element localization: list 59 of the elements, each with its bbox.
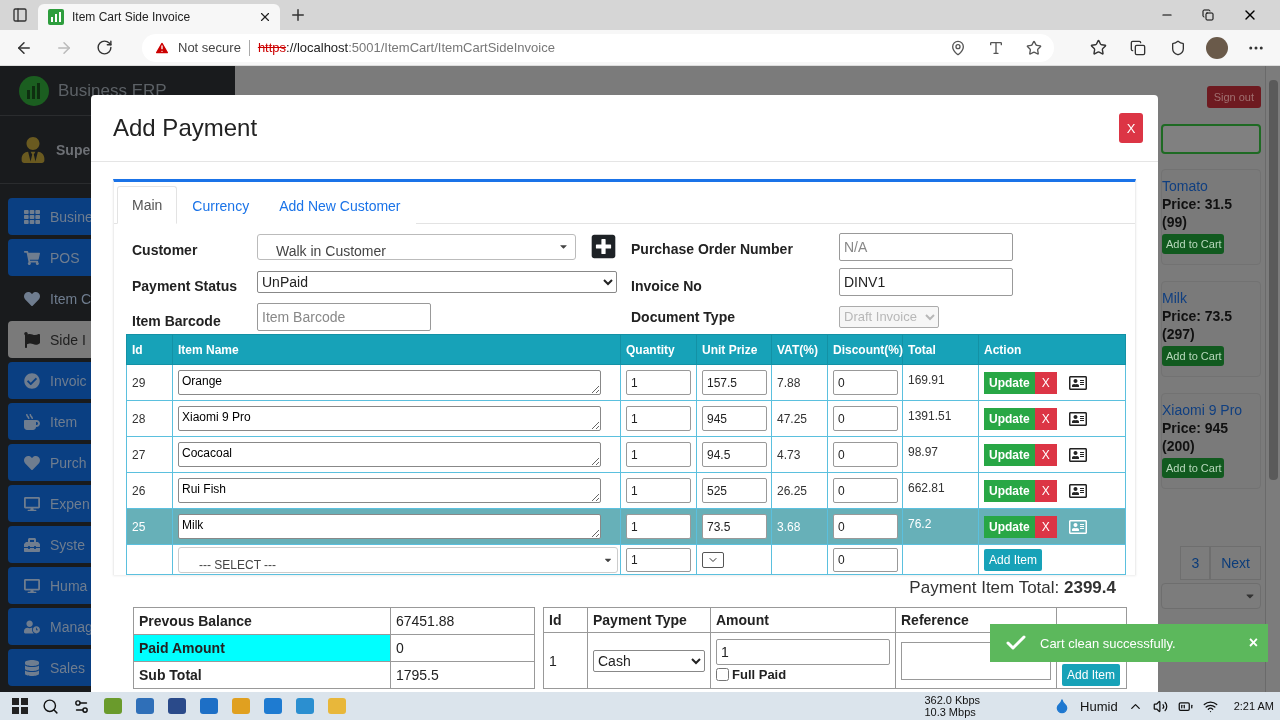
column-header: Amount: [710, 607, 896, 633]
field-label: Payment Status: [132, 276, 239, 294]
column-header: Total: [902, 334, 979, 365]
product-name: Milk: [1162, 290, 1188, 306]
table-cell: 662.81: [902, 472, 979, 509]
weather-text: Humid: [1080, 698, 1118, 714]
column-header: VAT(%): [771, 334, 828, 365]
column-header: Action: [978, 334, 1126, 365]
table-cell: 7.88: [771, 364, 828, 401]
table-cell: 4.73: [771, 436, 828, 473]
field-label: Purchase Order Number: [631, 239, 794, 257]
column-header: Item Name: [172, 334, 621, 365]
column-header: Discount(%): [827, 334, 903, 365]
security-label: Not secure: [178, 40, 241, 55]
column-header: Id: [126, 334, 173, 365]
product-name: Xiaomi 9 Pro: [1162, 402, 1244, 418]
checkbox-label: Full Paid: [732, 667, 787, 682]
summary-value: 67451.88: [390, 607, 535, 635]
field-label: Document Type: [631, 308, 736, 325]
field-label: Customer: [132, 240, 199, 258]
table-cell: 76.2: [902, 508, 979, 545]
summary-label: Sub Total: [133, 661, 391, 689]
modal-title: Add Payment: [113, 114, 258, 142]
table-cell: 98.97: [902, 436, 979, 473]
url-text: https://localhost:5001/ItemCart/ItemCartSideInvoice: [257, 40, 556, 55]
upload-speed: 10.3 Mbps: [924, 706, 977, 718]
product-price: Price: 73.5: [1162, 308, 1234, 324]
toast-message: Cart clean successfully.: [1040, 635, 1177, 651]
table-cell: 26.25: [771, 472, 828, 509]
column-header: Payment Type: [587, 607, 711, 633]
table-cell: 29: [126, 364, 173, 401]
table-cell: 169.91: [902, 364, 979, 401]
table-cell: 27: [126, 436, 173, 473]
table-cell: 26: [126, 472, 173, 509]
product-stock: (297): [1162, 326, 1196, 342]
column-header: Id: [543, 607, 588, 633]
download-speed: 362.0 Kbps: [924, 694, 981, 706]
user-name: Supe: [56, 141, 91, 158]
table-cell: 28: [126, 400, 173, 437]
column-header: Unit Prize: [696, 334, 772, 365]
payment-item-total: Payment Item Total: 2399.4: [908, 577, 1117, 599]
table-cell: 25: [126, 508, 173, 545]
summary-value: 0: [390, 634, 535, 662]
table-cell: 1: [543, 632, 588, 689]
clock: 2:21 AM: [1233, 700, 1274, 712]
table-cell: 1391.51: [902, 400, 979, 437]
product-price: Price: 31.5: [1162, 196, 1234, 212]
field-label: Invoice No: [631, 276, 703, 294]
field-label: Item Barcode: [132, 311, 222, 329]
table-cell: 47.25: [771, 400, 828, 437]
summary-label: Paid Amount: [133, 634, 391, 662]
summary-label: Prevous Balance: [133, 607, 391, 635]
product-name: Tomato: [1162, 178, 1209, 194]
column-header: Quantity: [620, 334, 697, 365]
product-stock: (99): [1162, 214, 1188, 230]
table-cell: 3.68: [771, 508, 828, 545]
summary-value: 1795.5: [390, 661, 535, 689]
product-stock: (200): [1162, 438, 1196, 454]
product-price: Price: 945: [1162, 420, 1230, 436]
